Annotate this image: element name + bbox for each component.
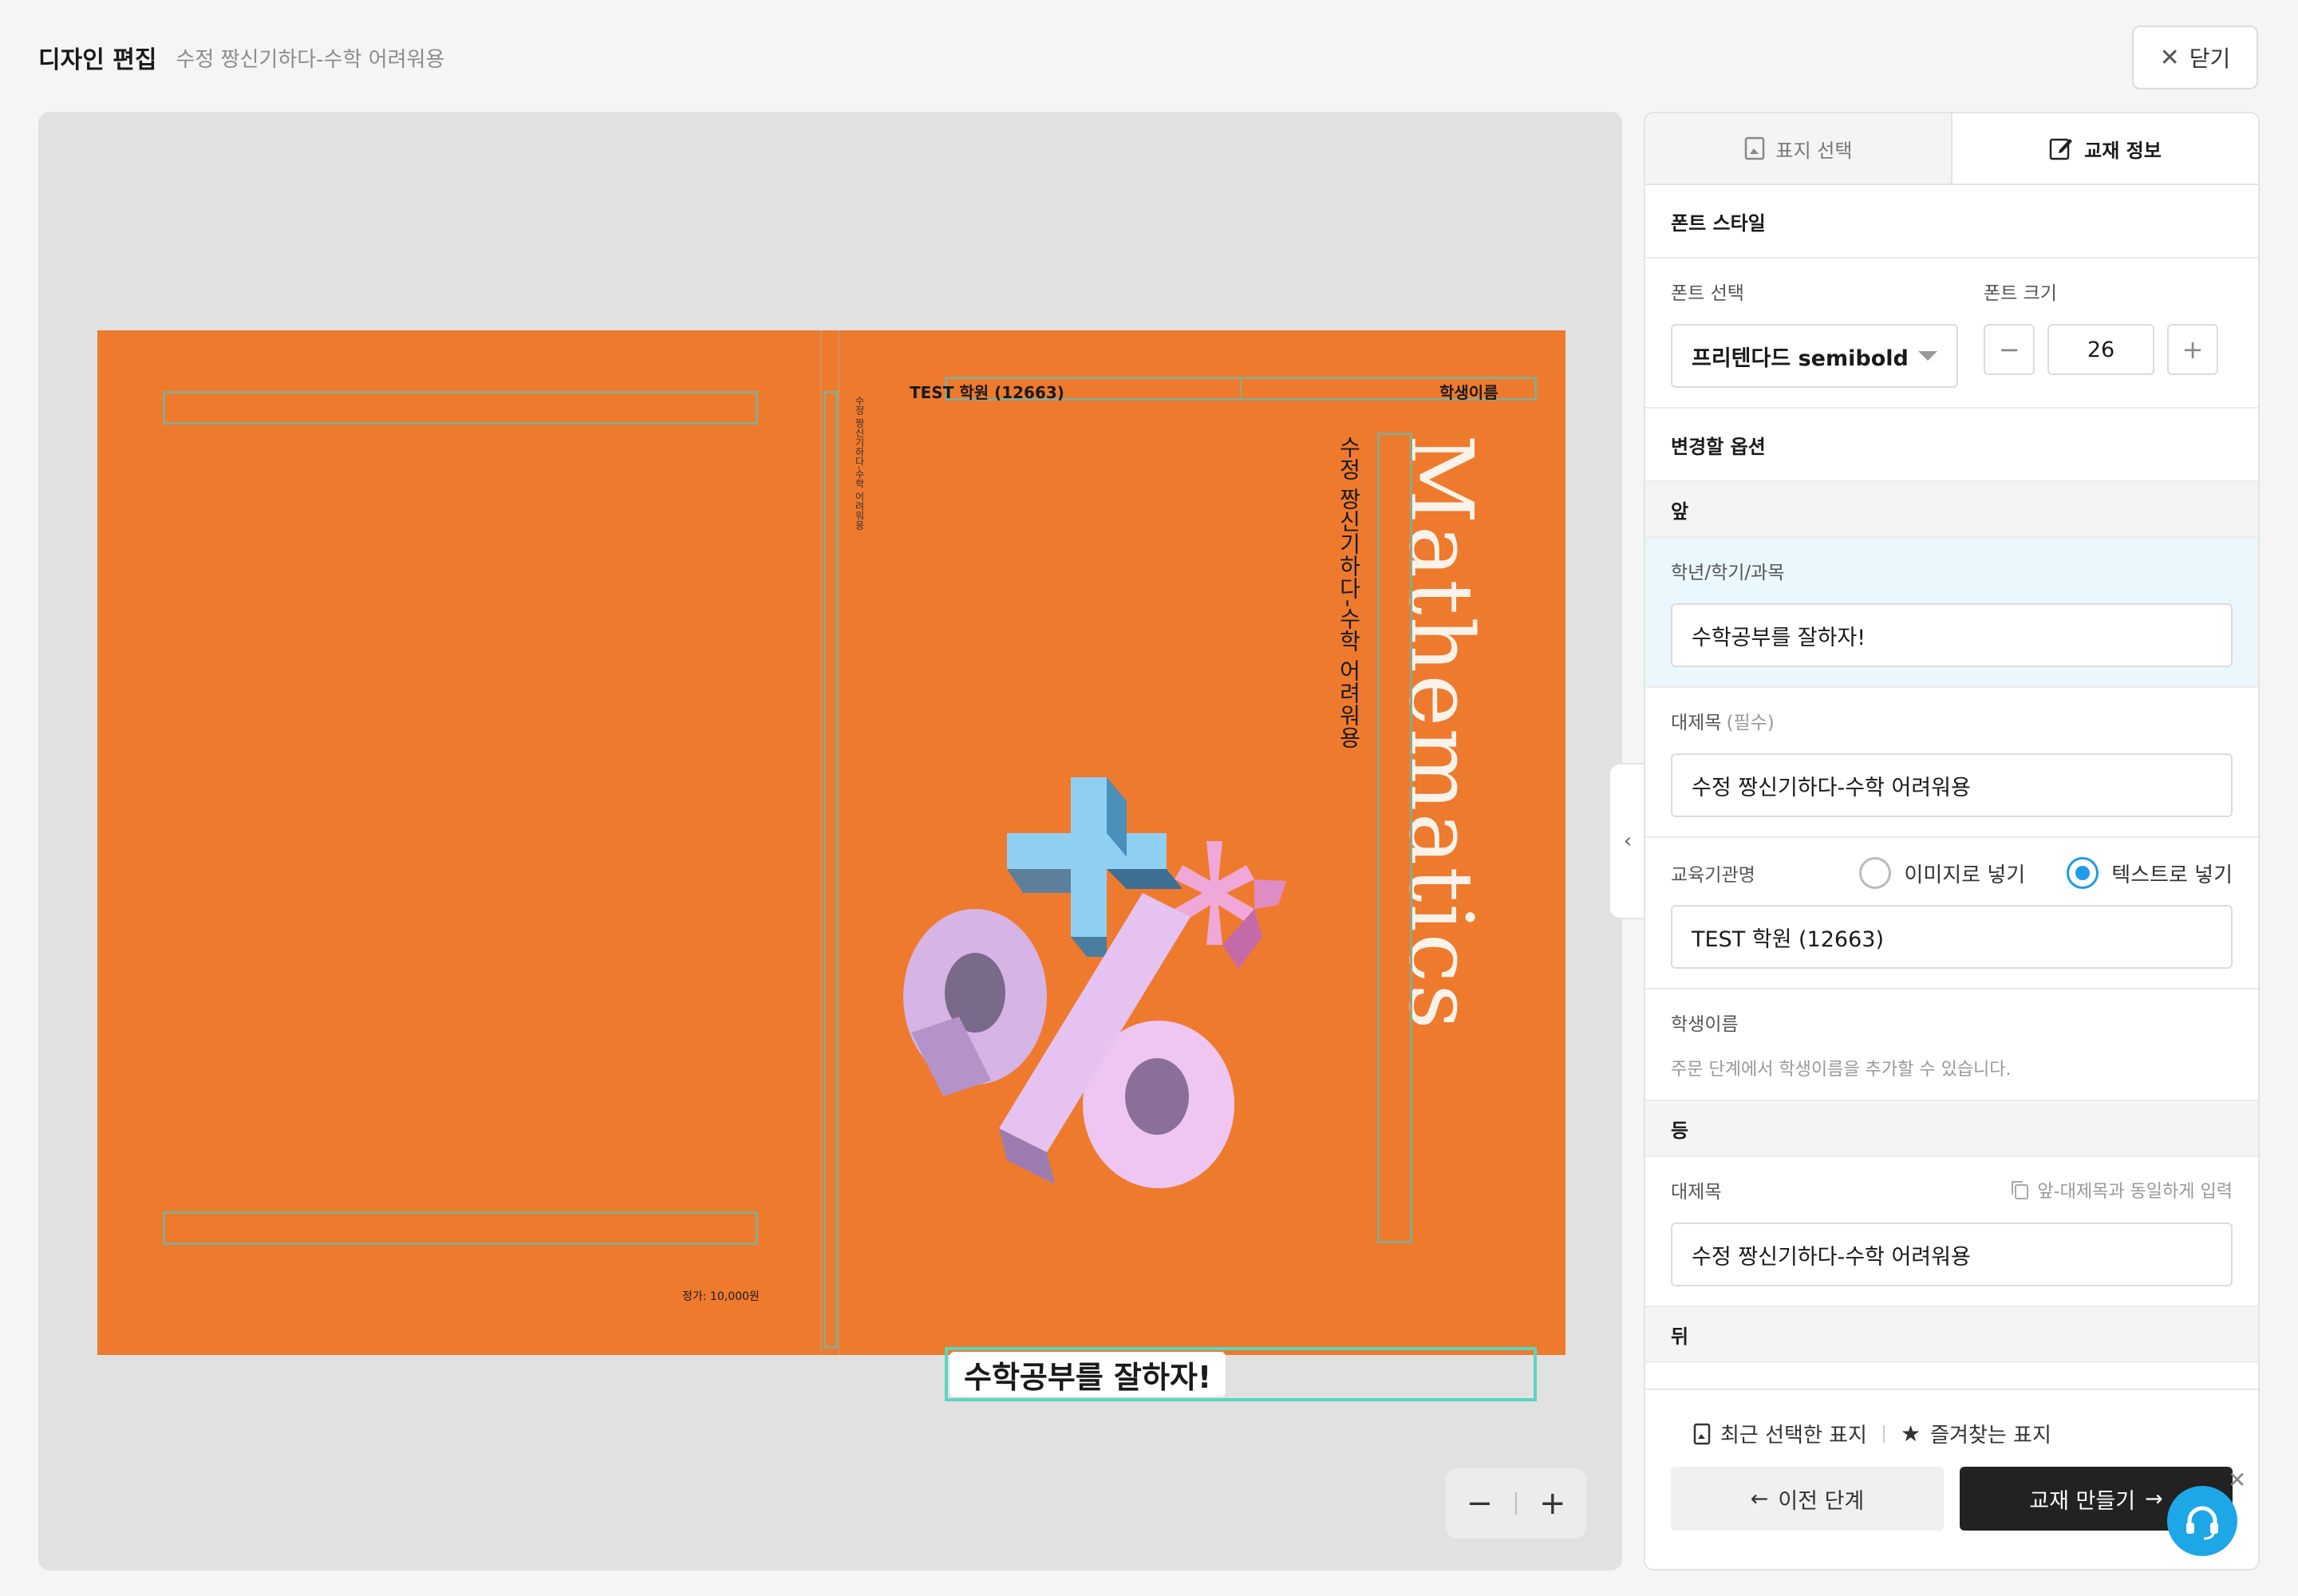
institution-mode-radios: 이미지로 넣기 텍스트로 넣기 — [1859, 857, 2233, 889]
create-book-label: 교재 만들기 — [2029, 1488, 2136, 1514]
close-button[interactable]: ✕ 닫기 — [2132, 26, 2258, 89]
font-select-label: 폰트 선택 — [1671, 283, 1744, 304]
book-cover: 정가: 10,000원 수정 짱신기하다-수학 어려워용 TEST 학원 (12… — [97, 330, 1566, 1355]
asterisk-symbol — [1175, 841, 1286, 969]
grade-field: 학년/학기/과목 수학공부를 잘하자! — [1645, 538, 2258, 688]
close-icon: ✕ — [2159, 43, 2180, 72]
tab-cover-select[interactable]: 표지 선택 — [1645, 113, 1951, 184]
institution-label-row: 교육기관명 이미지로 넣기 텍스트로 넣기 — [1671, 857, 2233, 889]
back-group-heading: 뒤 — [1645, 1307, 2258, 1363]
zoom-in-button[interactable]: + — [1539, 1485, 1566, 1522]
panel-tabs: 표지 선택 교재 정보 — [1645, 113, 2258, 185]
zoom-out-button[interactable]: − — [1466, 1485, 1493, 1522]
page-title: 디자인 편집 — [38, 46, 157, 74]
font-size-stepper: − 26 + — [1984, 324, 2218, 375]
panel-footer: 최근 선택한 표지 ★ 즐겨찾는 표지 ← 이전 단계 교재 만들기 → — [1645, 1389, 2258, 1569]
spine-right-line — [838, 330, 839, 1355]
institution-name[interactable]: TEST 학원 (12663) — [910, 380, 1064, 403]
radio-text-mode[interactable] — [2067, 857, 2099, 889]
close-label: 닫기 — [2189, 45, 2231, 72]
front-title-input[interactable]: 수정 짱신기하다-수학 어려워용 — [1671, 753, 2233, 817]
back-bottom-guide[interactable] — [163, 1211, 758, 1245]
support-close-icon[interactable]: ✕ — [2228, 1467, 2246, 1493]
page-subtitle: 수정 짱신기하다-수학 어려워용 — [176, 47, 445, 72]
quick-links-divider — [1882, 1424, 1885, 1443]
front-group-heading: 앞 — [1645, 482, 2258, 538]
tab-book-info-label: 교재 정보 — [2084, 139, 2162, 162]
front-title-label: 대제목 (필수) — [1671, 707, 2233, 734]
price-text[interactable]: 정가: 10,000원 — [682, 1288, 760, 1304]
arrow-left-icon: ← — [1750, 1486, 1769, 1511]
font-size-increase-button[interactable]: + — [2167, 324, 2218, 375]
cover-title-vertical[interactable]: 수정 짱신기하다-수학 어려워용 — [1333, 436, 1364, 749]
footer-buttons: ← 이전 단계 교재 만들기 → — [1671, 1467, 2233, 1531]
spine-group-heading: 등 — [1645, 1101, 2258, 1157]
font-style-heading: 폰트 스타일 — [1645, 185, 2258, 259]
tab-book-info[interactable]: 교재 정보 — [1951, 113, 2258, 184]
tab-cover-select-label: 표지 선택 — [1775, 139, 1853, 162]
spine-title-label: 대제목 — [1671, 1182, 1722, 1203]
back-top-guide[interactable] — [163, 391, 758, 425]
spine-left-line — [820, 330, 822, 1355]
grade-input[interactable]: 수학공부를 잘하자! — [1671, 603, 2233, 667]
student-hint: 주문 단계에서 학생이름을 추가할 수 있습니다. — [1671, 1060, 2012, 1080]
headset-icon — [2186, 1506, 2218, 1540]
front-title-label-text: 대제목 — [1671, 713, 1722, 733]
zoom-control: − + — [1446, 1468, 1586, 1539]
student-label: 학생이름 — [1671, 1014, 1739, 1035]
previous-step-button[interactable]: ← 이전 단계 — [1671, 1467, 1944, 1531]
spine-title-input[interactable]: 수정 짱신기하다-수학 어려워용 — [1671, 1223, 2233, 1286]
favorite-covers-link[interactable]: ★ 즐겨찾는 표지 — [1901, 1419, 2051, 1448]
cover-image-icon — [1693, 1423, 1711, 1444]
favorite-covers-label: 즐겨찾는 표지 — [1930, 1424, 2051, 1448]
quick-links: 최근 선택한 표지 ★ 즐겨찾는 표지 — [1645, 1390, 2258, 1448]
institution-input[interactable]: TEST 학원 (12663) — [1671, 905, 2233, 969]
star-icon: ★ — [1900, 1420, 1921, 1447]
zoom-divider — [1515, 1492, 1517, 1515]
cover-subject-text[interactable]: 수학공부를 잘하자! — [950, 1352, 1226, 1396]
front-title-field: 대제목 (필수) 수정 짱신기하다-수학 어려워용 — [1645, 688, 2258, 838]
options-heading: 변경할 옵션 — [1645, 409, 2258, 482]
font-select[interactable]: 프리텐다드 semibold — [1671, 324, 1958, 388]
font-size-decrease-button[interactable]: − — [1984, 324, 2035, 375]
grade-label: 학년/학기/과목 — [1671, 563, 1785, 583]
arrow-right-icon: → — [2145, 1486, 2163, 1511]
spine-title-label-row: 대제목 앞-대제목과 동일하게 입력 — [1671, 1176, 2233, 1203]
recent-covers-label: 최근 선택한 표지 — [1720, 1424, 1867, 1448]
previous-step-label: 이전 단계 — [1778, 1488, 1865, 1514]
spine-title-field: 대제목 앞-대제목과 동일하게 입력 수정 짱신기하다-수학 어려워용 — [1645, 1157, 2258, 1307]
caret-down-icon — [1918, 351, 1937, 361]
settings-panel: 표지 선택 교재 정보 폰트 스타일 폰트 선택 프리텐다드 semibold … — [1644, 112, 2260, 1570]
edit-icon — [2049, 138, 2073, 160]
page-header: 디자인 편집 수정 짱신기하다-수학 어려워용 — [38, 38, 444, 77]
copy-front-title-link[interactable]: 앞-대제목과 동일하게 입력 — [2010, 1177, 2233, 1203]
percent-symbol — [903, 893, 1234, 1188]
radio-text-label[interactable]: 텍스트로 넣기 — [2111, 859, 2233, 888]
recent-covers-link[interactable]: 최근 선택한 표지 — [1693, 1419, 1867, 1448]
support-chat-button[interactable] — [2167, 1486, 2237, 1556]
chevron-left-icon: ‹ — [1623, 829, 1633, 853]
radio-image-label[interactable]: 이미지로 넣기 — [1904, 859, 2025, 888]
required-mark: (필수) — [1726, 713, 1775, 733]
institution-label: 교육기관명 — [1671, 865, 1755, 886]
font-size-label: 폰트 크기 — [1984, 283, 2057, 304]
student-name[interactable]: 학생이름 — [1439, 380, 1498, 403]
font-select-value: 프리텐다드 semibold — [1692, 346, 1909, 371]
institution-field: 교육기관명 이미지로 넣기 텍스트로 넣기 TEST 학원 (12663) — [1645, 838, 2258, 990]
front-top-divider — [1240, 377, 1242, 401]
student-field: 학생이름 주문 단계에서 학생이름을 추가할 수 있습니다. — [1645, 990, 2258, 1101]
design-canvas: 정가: 10,000원 수정 짱신기하다-수학 어려워용 TEST 학원 (12… — [38, 112, 1622, 1570]
spine-guide[interactable] — [823, 391, 838, 1349]
copy-front-title-label: 앞-대제목과 동일하게 입력 — [2037, 1182, 2233, 1202]
spine-title[interactable]: 수정 짱신기하다-수학 어려워용 — [853, 396, 867, 530]
title-vertical-guide[interactable] — [1377, 433, 1412, 1243]
copy-icon — [2012, 1181, 2029, 1199]
radio-image-mode[interactable] — [1859, 857, 1892, 889]
collapse-panel-button[interactable]: ‹ — [1609, 763, 1647, 919]
font-style-section: 폰트 선택 프리텐다드 semibold 폰트 크기 − 26 + — [1645, 259, 2258, 409]
cover-image-icon — [1744, 136, 1764, 160]
math-symbols-illustration — [903, 777, 1286, 1188]
font-size-input[interactable]: 26 — [2047, 324, 2154, 375]
